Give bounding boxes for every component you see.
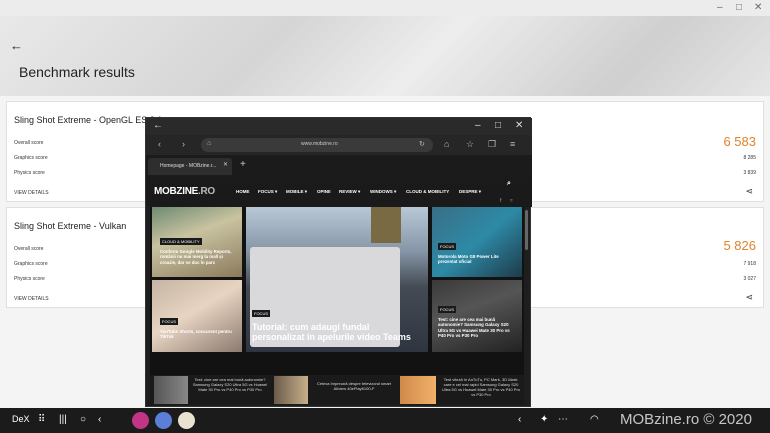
dex-taskbar: DeX ⠿ ||| ○ ‹ ‹ ✦ ⋯ ◠ MOBzine.ro © 2020 [0,408,770,433]
article-thumbnail[interactable] [154,376,188,404]
tab-strip: Homepage - MOBzine.r... ✕ + [146,155,532,177]
article-tile[interactable]: FOCUS YouTube Shorts, concurent pentru T… [152,280,242,352]
facebook-icon[interactable]: f [500,198,501,204]
article-caption: Test: cine are cea mai bună autonomie? S… [438,317,510,338]
website-content: CLOUD & MOBILITY Conform Google Mobility… [150,207,524,405]
view-details-link[interactable]: VIEW DETAILS [14,296,49,302]
close-button[interactable]: ✕ [515,120,523,131]
reload-icon[interactable]: ↻ [419,140,425,148]
minimize-button[interactable]: – [475,120,481,131]
rss-icon[interactable]: ≈ [510,198,513,204]
page-title: Benchmark results [19,64,135,80]
search-icon[interactable]: ⌕ [507,180,511,188]
physics-score-value: 3 839 [743,170,756,176]
category-tag: CLOUD & MOBILITY [160,238,202,245]
article-caption: YouTube Shorts, concurent pentru TikTok [160,329,232,340]
article-caption: Motorola Moto G8 Power Lite prezentat of… [438,254,499,265]
instagram-icon[interactable] [132,412,149,429]
home-icon[interactable]: ⌂ [207,140,211,147]
header-banner: ← Benchmark results [0,16,770,96]
article-image [371,207,401,243]
graphics-score-value: 8 285 [743,155,756,161]
dex-label[interactable]: DeX [12,414,30,424]
grid-icon[interactable]: ⠿ [38,414,45,425]
share-icon[interactable]: ⋖ [745,186,753,197]
category-tag: FOCUS [252,310,270,317]
article-strip: Test: cine are cea mai bună autonomie? S… [150,375,524,405]
article-caption: Conform Google Mobility Reports, românii… [160,249,232,265]
benchmark-app-icon[interactable] [178,412,195,429]
graphics-score-label: Graphics score [14,155,48,161]
site-logo[interactable]: MOBZINE.RO [154,186,215,197]
scrollbar[interactable] [525,210,528,250]
graphics-score-value: 7 918 [743,261,756,267]
browser-tab[interactable]: Homepage - MOBzine.r... ✕ [148,158,232,175]
home-icon[interactable]: ⌂ [444,139,449,149]
overall-score-label: Overall score [14,140,44,146]
overall-score-value: 6 583 [723,134,756,149]
browser-app-icon[interactable] [155,412,172,429]
wifi-icon[interactable]: ◠ [590,414,599,425]
test-title: Sling Shot Extreme - Vulkan [14,221,127,231]
menu-item-opinii[interactable]: OPINII [317,189,331,194]
back-icon[interactable]: ‹ [98,414,101,425]
menu-item-windows[interactable]: WINDOWS ▾ [370,189,396,195]
tabs-icon[interactable]: ❐ [488,139,496,150]
close-tab-icon[interactable]: ✕ [223,161,228,168]
physics-score-label: Physics score [14,170,45,176]
site-navigation: MOBZINE.RO HOME FOCUS ▾ MOBILE ▾ OPINII … [146,177,532,207]
share-icon[interactable]: ⋖ [745,292,753,303]
view-details-link[interactable]: VIEW DETAILS [14,190,49,196]
article-tile[interactable]: FOCUS Test: cine are cea mai bună autono… [432,280,522,352]
category-tag: FOCUS [438,243,456,250]
maximize-button[interactable]: □ [736,2,742,13]
featured-caption: Tutorial: cum adaugi fundal personalizat… [252,322,411,342]
forward-icon[interactable]: › [182,139,185,149]
menu-item-home[interactable]: HOME [236,189,250,194]
url-text: www.mobzine.ro [301,141,338,147]
test-title: Sling Shot Extreme - OpenGL ES 3.1 [14,115,163,125]
menu-item-review[interactable]: REVIEW ▾ [339,189,360,195]
home-button-icon[interactable]: ○ [80,414,86,425]
article-thumbnail[interactable] [400,376,436,404]
watermark: MOBzine.ro © 2020 [620,411,752,428]
article-tile[interactable]: CLOUD & MOBILITY Conform Google Mobility… [152,207,242,277]
new-tab-icon[interactable]: + [240,159,246,170]
article-tile[interactable]: FOCUS Motorola Moto G8 Power Lite prezen… [432,207,522,277]
recents-icon[interactable]: ||| [59,414,67,425]
back-icon[interactable]: ‹ [158,139,161,149]
arrow-left-icon[interactable]: ← [153,120,163,131]
more-icon[interactable]: ⋯ [558,414,568,425]
category-tag: FOCUS [438,306,456,313]
minimize-button[interactable]: – [717,2,723,13]
article-thumbnail[interactable] [274,376,308,404]
tab-title: Homepage - MOBzine.r... [160,163,217,169]
app-window-bar: – □ ✕ [0,0,770,16]
menu-item-focus[interactable]: FOCUS ▾ [258,189,277,195]
twitter-icon[interactable]: ✦ [540,414,548,425]
menu-item-despre[interactable]: DESPRE ▾ [459,189,481,195]
menu-icon[interactable]: ≡ [510,139,515,149]
chevron-left-icon[interactable]: ‹ [518,414,521,425]
category-tag: FOCUS [160,318,178,325]
browser-window: ← – □ ✕ ‹ › ⌂ www.mobzine.ro ↻ ⌂ ☆ ❐ ≡ H… [145,117,532,407]
overall-score-value: 5 826 [723,238,756,253]
maximize-button[interactable]: □ [495,120,501,131]
overall-score-label: Overall score [14,246,44,252]
article-caption[interactable]: Test viteză în AnTuTu, PC Mark, 3D Mark:… [440,377,522,397]
featured-article-tile[interactable]: FOCUS Tutorial: cum adaugi fundal person… [246,207,428,352]
physics-score-value: 3 027 [743,276,756,282]
address-bar[interactable]: ⌂ www.mobzine.ro ↻ [201,138,433,152]
physics-score-label: Physics score [14,276,45,282]
star-icon[interactable]: ☆ [466,139,474,150]
browser-toolbar: ‹ › ⌂ www.mobzine.ro ↻ ⌂ ☆ ❐ ≡ [146,135,532,155]
article-caption[interactable]: Test: cine are cea mai bună autonomie? S… [192,377,268,392]
menu-item-mobile[interactable]: MOBILE ▾ [286,189,307,195]
arrow-left-icon[interactable]: ← [10,38,23,53]
close-button[interactable]: ✕ [754,2,762,13]
graphics-score-label: Graphics score [14,261,48,267]
article-caption[interactable]: Celexa împreună despre televizorul smart… [312,381,396,391]
browser-titlebar: ← – □ ✕ [146,118,532,135]
menu-item-cloud[interactable]: CLOUD & MOBILITY [406,189,449,194]
